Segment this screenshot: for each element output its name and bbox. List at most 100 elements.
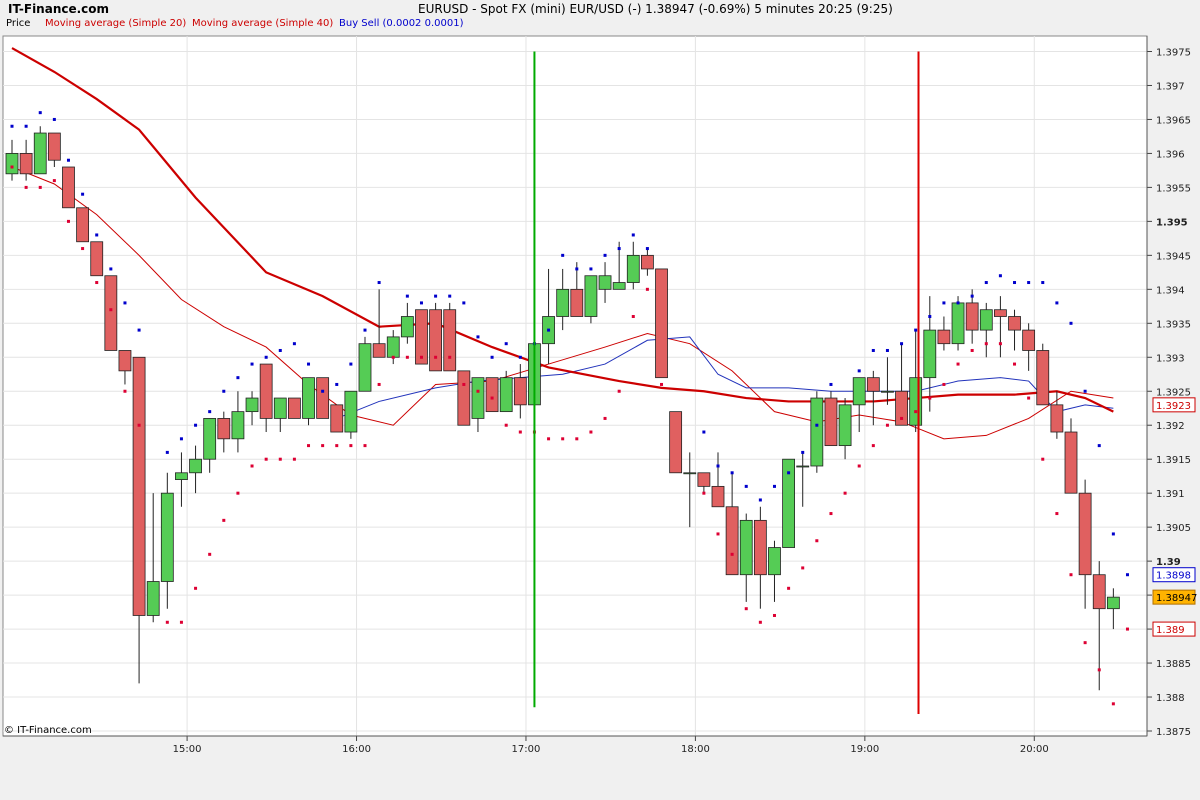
sell-marker	[885, 423, 889, 427]
buy-marker	[815, 423, 819, 427]
candle-body	[570, 288, 584, 317]
candle-body	[203, 418, 217, 460]
candle-body	[62, 166, 75, 209]
candle-body	[979, 309, 993, 331]
buy-marker	[970, 294, 974, 298]
y-tick-label: 1.3955	[1156, 183, 1191, 194]
candle-body	[47, 132, 61, 161]
buy-marker	[66, 158, 70, 162]
buy-marker	[744, 484, 748, 488]
buy-marker	[914, 328, 918, 332]
sell-marker	[377, 382, 381, 386]
candle-body	[273, 397, 287, 419]
buy-marker	[109, 267, 113, 271]
y-tick-label: 1.392	[1156, 421, 1185, 432]
sell-marker	[871, 444, 875, 448]
candle-body	[866, 377, 880, 392]
buy-marker	[1013, 281, 1017, 285]
candle-body	[400, 316, 414, 338]
buy-marker	[857, 369, 861, 373]
sell-marker	[1013, 362, 1017, 366]
sell-marker	[1027, 396, 1031, 400]
candle-body	[1036, 350, 1050, 406]
y-tick-label: 1.3975	[1156, 48, 1191, 59]
sell-marker	[476, 389, 480, 393]
sell-marker	[448, 355, 452, 359]
buy-marker	[1069, 321, 1073, 325]
candle-body	[429, 309, 443, 372]
sell-marker	[81, 247, 85, 251]
sell-marker	[165, 620, 169, 624]
buy-marker	[307, 362, 311, 366]
buy-marker	[603, 253, 607, 257]
buy-marker	[998, 274, 1002, 278]
candle-body	[118, 350, 132, 372]
candlestick-chart[interactable]: 1.3975 1.397 1.3965 1.396 1.3955 1.395 1.3945 1…	[0, 0, 1200, 800]
y-tick-label: 1.395	[1156, 217, 1188, 228]
buy-marker	[631, 233, 635, 237]
sell-marker	[829, 512, 833, 516]
buy-marker	[10, 124, 14, 128]
sell-marker	[815, 539, 819, 543]
sell-marker	[645, 287, 649, 291]
buy-marker	[984, 281, 988, 285]
candle-body	[471, 377, 485, 419]
candle-body	[838, 404, 852, 447]
candle-body	[725, 506, 739, 576]
buy-marker	[547, 328, 551, 332]
buy-marker	[462, 301, 466, 305]
sell-marker	[942, 382, 946, 386]
candle-body	[316, 377, 330, 419]
candle-body	[669, 411, 683, 474]
buy-marker	[208, 410, 212, 414]
candle-body	[132, 356, 146, 616]
sell-marker	[1083, 641, 1087, 645]
buy-marker	[900, 342, 904, 346]
sell-marker	[419, 355, 423, 359]
x-tick-label: 19:00	[850, 744, 879, 755]
candle-body	[499, 377, 513, 413]
sell-marker	[109, 308, 113, 312]
candle-body	[556, 288, 570, 317]
sell-marker	[123, 389, 127, 393]
sell-marker	[222, 518, 226, 522]
candle-body	[1008, 316, 1021, 331]
sell-marker	[575, 437, 579, 441]
sell-marker	[24, 185, 28, 189]
buy-marker	[95, 233, 99, 237]
buy-marker	[942, 301, 946, 305]
buy-marker	[434, 294, 438, 298]
price-label-text: 1.3898	[1156, 571, 1191, 582]
candle-body	[245, 397, 259, 413]
candle-body	[457, 370, 471, 426]
candle-body	[104, 275, 118, 351]
buy-marker	[928, 315, 932, 319]
x-tick-label: 17:00	[512, 744, 541, 755]
buy-marker	[617, 247, 621, 251]
buy-marker	[165, 450, 169, 454]
sell-marker	[589, 430, 593, 434]
candle-body	[824, 397, 838, 447]
sell-marker	[137, 423, 141, 427]
buy-marker	[250, 362, 254, 366]
y-tick-label: 1.397	[1156, 81, 1185, 92]
sell-marker	[405, 355, 409, 359]
sell-marker	[194, 586, 198, 590]
candle-body	[909, 377, 923, 426]
candle-body	[287, 397, 301, 419]
plot-area	[2, 35, 1148, 737]
candle-body	[231, 411, 245, 440]
price-label-text: 1.3923	[1156, 401, 1191, 412]
candle-body	[189, 458, 202, 474]
buy-marker	[405, 294, 409, 298]
buy-marker	[1097, 444, 1101, 448]
y-tick-label: 1.391	[1156, 489, 1185, 500]
candle-body	[1064, 431, 1078, 494]
sell-marker	[1055, 512, 1059, 516]
buy-marker	[504, 342, 508, 346]
buy-marker	[278, 348, 282, 352]
sell-marker	[744, 607, 748, 611]
buy-marker	[52, 117, 56, 121]
candle-body	[443, 309, 457, 372]
y-tick-label: 1.3915	[1156, 455, 1191, 466]
